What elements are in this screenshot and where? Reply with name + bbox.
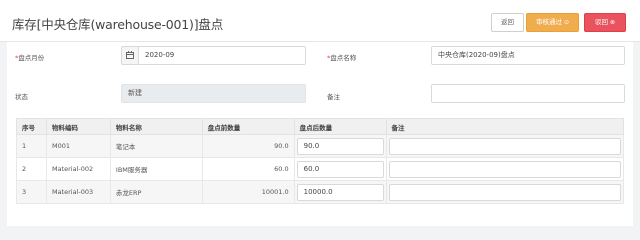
back-button[interactable]: 返回 bbox=[491, 13, 524, 32]
row-remark-input[interactable] bbox=[388, 183, 621, 201]
cell-before: 90.0 bbox=[201, 134, 295, 158]
cell-code: Material-002 bbox=[45, 157, 111, 181]
row-remark-input[interactable] bbox=[388, 137, 621, 155]
cell-remark bbox=[385, 180, 625, 204]
table-row: 3 Material-003 赤龙ERP 10001.0 10000.0 bbox=[16, 180, 625, 204]
cell-name: 赤龙ERP bbox=[109, 180, 203, 204]
remark-field-label: 备注 bbox=[327, 93, 340, 101]
name-field-label: *盘点名称 bbox=[327, 54, 357, 62]
column-header-remark: 备注 bbox=[385, 118, 625, 135]
after-quantity-input[interactable]: 10000.0 bbox=[296, 183, 384, 201]
page-header: 库存[中央仓库(warehouse-001)]盘点 返回 审核通过 ⊙ 驳回 ⊗ bbox=[0, 0, 640, 42]
cell-remark bbox=[385, 157, 625, 181]
column-header-after: 盘点后数量 bbox=[293, 118, 387, 135]
cell-name: 笔记本 bbox=[109, 134, 203, 158]
status-field-label: 状态 bbox=[15, 93, 28, 101]
cell-before: 10001.0 bbox=[201, 180, 295, 204]
column-header-name: 物料名称 bbox=[109, 118, 203, 135]
cell-after: 60.0 bbox=[293, 157, 387, 181]
cell-code: M001 bbox=[45, 134, 111, 158]
column-header-before: 盘点前数量 bbox=[201, 118, 295, 135]
cell-after: 10000.0 bbox=[293, 180, 387, 204]
column-header-code: 物料编码 bbox=[45, 118, 111, 135]
cell-name: IBM服务器 bbox=[109, 157, 203, 181]
form-panel: *盘点月份 2020-09 *盘点名称 中央仓库(2020-09)盘点 状态 新… bbox=[7, 42, 633, 112]
table-header-row: 序号 物料编码 物料名称 盘点前数量 盘点后数量 备注 bbox=[16, 118, 625, 135]
cell-code: Material-003 bbox=[45, 180, 111, 204]
check-circle-icon: ⊙ bbox=[563, 19, 570, 26]
cell-before: 60.0 bbox=[201, 157, 295, 181]
after-quantity-input[interactable]: 60.0 bbox=[296, 160, 384, 178]
table-row: 2 Material-002 IBM服务器 60.0 60.0 bbox=[16, 157, 625, 181]
month-field-label: *盘点月份 bbox=[15, 54, 45, 62]
page-title: 库存[中央仓库(warehouse-001)]盘点 bbox=[12, 17, 224, 32]
after-quantity-input[interactable]: 90.0 bbox=[296, 137, 384, 155]
reject-button-label: 驳回 bbox=[594, 18, 608, 26]
month-input[interactable]: 2020-09 bbox=[138, 46, 306, 65]
name-input[interactable]: 中央仓库(2020-09)盘点 bbox=[431, 46, 625, 65]
close-circle-icon: ⊗ bbox=[609, 19, 616, 26]
table-panel: 序号 物料编码 物料名称 盘点前数量 盘点后数量 备注 1 M001 笔记本 9… bbox=[7, 112, 633, 226]
remark-input[interactable] bbox=[431, 84, 625, 103]
back-button-label: 返回 bbox=[501, 18, 514, 26]
approve-button[interactable]: 审核通过 ⊙ bbox=[526, 13, 579, 32]
approve-button-label: 审核通过 bbox=[535, 18, 562, 26]
calendar-icon[interactable] bbox=[121, 46, 139, 65]
cell-seq: 2 bbox=[16, 157, 47, 181]
cell-remark bbox=[385, 134, 625, 158]
cell-after: 90.0 bbox=[293, 134, 387, 158]
table-row: 1 M001 笔记本 90.0 90.0 bbox=[16, 134, 625, 158]
inventory-table: 序号 物料编码 物料名称 盘点前数量 盘点后数量 备注 1 M001 笔记本 9… bbox=[16, 118, 625, 204]
cell-seq: 3 bbox=[16, 180, 47, 204]
column-header-seq: 序号 bbox=[16, 118, 47, 135]
cell-seq: 1 bbox=[16, 134, 47, 158]
row-remark-input[interactable] bbox=[388, 160, 621, 178]
reject-button[interactable]: 驳回 ⊗ bbox=[584, 13, 626, 32]
status-input: 新建 bbox=[121, 84, 306, 103]
